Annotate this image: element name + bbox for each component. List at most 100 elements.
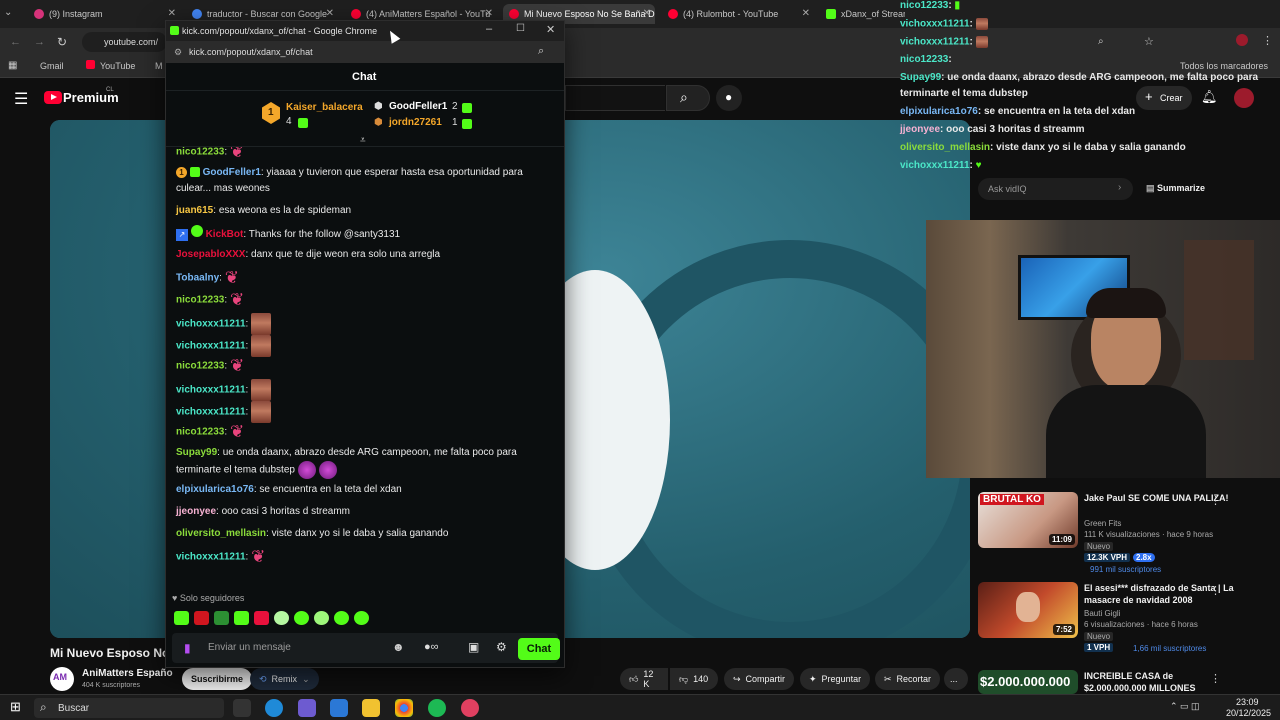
dislike-button[interactable]: 👎︎ 140 (670, 668, 718, 690)
spotify-icon[interactable] (428, 699, 446, 717)
emote-button[interactable] (294, 611, 309, 625)
windows-taskbar: ⊞ ⌕ Buscar ⌃ ▭ ◫ 23:09 20/12/2025 (0, 694, 1280, 720)
channel-name[interactable]: Green Fits (1084, 519, 1121, 528)
close-tab-icon[interactable]: ✕ (168, 8, 176, 19)
emote-button[interactable] (314, 611, 329, 625)
window-title: kick.com/popout/xdanx_of/chat - Google C… (182, 26, 378, 36)
edge-icon[interactable] (265, 699, 283, 717)
collapse-leaderboard-icon[interactable]: ⩡ (360, 135, 366, 146)
task-view-icon[interactable] (233, 699, 251, 717)
heart-emote-icon: ❦ (229, 422, 245, 441)
video-thumbnail[interactable]: $2.000.000.000 (978, 670, 1078, 694)
send-chat-button[interactable]: Chat (518, 638, 560, 660)
heart-emote-icon: ❦ (229, 147, 245, 161)
copilot-icon[interactable] (298, 699, 316, 717)
more-options-icon[interactable]: ⋮ (1210, 494, 1221, 507)
youtube-logo-icon[interactable] (44, 91, 62, 104)
video-thumbnail[interactable]: 7:52 (978, 582, 1078, 638)
close-tab-icon[interactable]: ✕ (802, 8, 810, 19)
maximize-icon[interactable]: ☐ (516, 23, 525, 34)
recommendation-item[interactable]: 7:52 El asesi*** disfrazado de Santa | L… (978, 582, 1268, 654)
bookmark-m[interactable]: M (155, 61, 163, 71)
tab-rulombot[interactable]: (4) Rulombot - YouTube ✕ (662, 4, 814, 24)
tab-title: Mi Nuevo Esposo No Se Baña D (524, 9, 655, 19)
emote-button[interactable] (354, 611, 369, 625)
taskbar-time[interactable]: 23:09 (1236, 697, 1259, 707)
subscribe-label: Suscribirme (191, 674, 244, 684)
remix-button[interactable]: ⟲ Remix ⌄ (250, 668, 319, 690)
reload-icon[interactable]: ↻ (57, 35, 67, 49)
taskbar-search[interactable]: ⌕ Buscar (34, 698, 224, 718)
recommendation-item[interactable]: $2.000.000.000 INCREIBLE CASA de $2.000.… (978, 670, 1268, 694)
file-explorer-icon[interactable] (362, 699, 380, 717)
leaderboard-name[interactable]: GoodFeller1 (389, 101, 447, 112)
search-input[interactable] (565, 85, 665, 111)
video-title[interactable]: Jake Paul SE COME UNA PALIZA! (1084, 492, 1259, 504)
windows-start-icon[interactable]: ⊞ (10, 699, 21, 715)
more-options-icon[interactable]: ⋮ (1210, 672, 1221, 685)
system-tray-icons[interactable]: ⌃ ▭ ◫ (1170, 701, 1200, 712)
summarize-button[interactable]: ▤ Summarize (1146, 183, 1205, 194)
more-options-icon[interactable]: ⋮ (1210, 584, 1221, 597)
leaderboard-name[interactable]: jordn27261 (389, 117, 442, 128)
channel-name[interactable]: Bauti Gigli (1084, 609, 1120, 618)
chrome-icon[interactable] (395, 699, 413, 717)
hamburger-menu-icon[interactable]: ☰ (14, 89, 28, 109)
search-button[interactable]: ⌕ (666, 85, 710, 111)
bookmark-gmail[interactable]: Gmail (40, 61, 64, 71)
video-thumbnail[interactable]: BRUTAL KO 11:09 (978, 492, 1078, 548)
zoom-icon[interactable]: ⌕ (538, 45, 544, 58)
address-text: youtube.com/ (104, 37, 159, 47)
forward-icon[interactable]: → (34, 36, 45, 48)
close-window-icon[interactable]: ✕ (546, 23, 555, 36)
points-icon[interactable]: ●∞ (424, 641, 439, 653)
taskbar-date[interactable]: 20/12/2025 (1226, 708, 1271, 718)
emote-button[interactable] (194, 611, 209, 625)
app-icon[interactable] (461, 699, 479, 717)
more-actions-button[interactable]: ... (944, 668, 968, 690)
ask-vidiq-input[interactable]: Ask vidIQ › (978, 178, 1133, 200)
voice-search-button[interactable]: ● (716, 85, 742, 111)
store-icon[interactable]: ▣ (468, 640, 479, 654)
emote-button[interactable] (234, 611, 249, 625)
close-tab-icon[interactable]: ✕ (485, 8, 493, 19)
ratio-badge: 2.8x (1133, 553, 1155, 562)
ask-button[interactable]: ✦ Preguntar (800, 668, 871, 690)
subscribe-button[interactable]: Suscribirme (182, 668, 253, 690)
sparkle-icon: ✦ (809, 673, 817, 684)
settings-gear-icon[interactable]: ⚙ (496, 640, 507, 654)
channel-avatar[interactable]: AM (50, 667, 74, 691)
popout-address-bar[interactable]: ⚙ kick.com/popout/xdanx_of/chat ⌕ (166, 41, 564, 63)
bookmark-youtube[interactable]: YouTube (100, 61, 135, 71)
apps-icon[interactable]: ▦ (8, 60, 17, 71)
video-title: Mi Nuevo Esposo No (50, 646, 170, 660)
minimize-icon[interactable]: – (486, 23, 492, 35)
store-icon[interactable] (330, 699, 348, 717)
close-tab-icon[interactable]: ✕ (326, 8, 334, 19)
microphone-icon[interactable]: ▮ (184, 641, 191, 655)
tab-instagram[interactable]: (9) Instagram ✕ (28, 4, 180, 24)
emote-button[interactable] (214, 611, 229, 625)
clip-button[interactable]: ✂ Recortar (875, 668, 941, 690)
emoji-icon[interactable]: ☻ (392, 640, 405, 654)
leaderboard-name[interactable]: Kaiser_balacera (286, 102, 363, 113)
channel-name[interactable]: AniMatters Españo (82, 668, 173, 679)
gift-leaderboard[interactable]: 1 Kaiser_balacera 4 ⬢ GoodFeller1 2 ⬢ jo… (166, 91, 564, 147)
subscriber-count: 1,66 mil suscriptores (1133, 644, 1207, 653)
emote-button[interactable] (334, 611, 349, 625)
video-title[interactable]: El asesi*** disfrazado de Santa | La mas… (1084, 582, 1259, 606)
site-info-icon[interactable]: ⚙ (174, 47, 182, 58)
chat-message-list: nico12233: ❦ 1 GoodFeller1: yiaaaa y tuv… (166, 147, 564, 597)
emote-button[interactable] (274, 611, 289, 625)
video-title[interactable]: INCREIBLE CASA de $2.000.000.000 MILLONE… (1084, 670, 1204, 694)
like-button[interactable]: 👍︎ 12 K (620, 668, 668, 690)
recommendation-item[interactable]: BRUTAL KO 11:09 Jake Paul SE COME UNA PA… (978, 492, 1268, 574)
tab-xdanx-stream[interactable]: xDanx_of Stream - Watch Live (820, 4, 905, 24)
close-tab-icon[interactable]: ✕ (643, 8, 651, 19)
share-button[interactable]: ↪ Compartir (724, 668, 795, 690)
back-icon[interactable]: ← (10, 36, 21, 48)
tab-search-icon[interactable]: ⌄ (4, 7, 12, 18)
emote-button[interactable] (174, 611, 189, 625)
emote-button[interactable] (254, 611, 269, 625)
address-bar[interactable]: youtube.com/ (82, 32, 167, 52)
